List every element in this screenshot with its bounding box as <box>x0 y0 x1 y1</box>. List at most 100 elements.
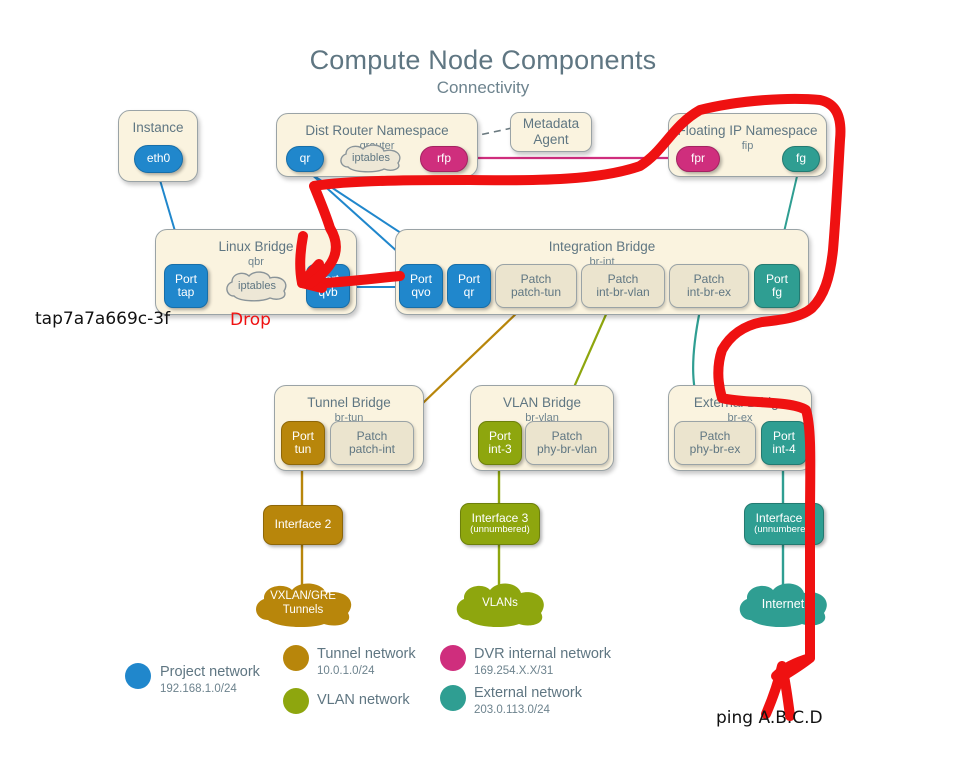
legend-label-external: External network <box>474 685 582 701</box>
port-tap-label1: Port <box>174 271 197 286</box>
patch-phy-br-vlan-label1: Patch <box>551 428 583 443</box>
iptables-qbr-label: iptables <box>238 280 276 292</box>
port-tap-label2: tap <box>177 285 195 299</box>
red-path-main <box>305 93 846 663</box>
port-tun-label2: tun <box>294 442 312 456</box>
external-bridge-title: External Bridge <box>693 395 787 410</box>
patch-int-br-ex[interactable]: Patch int-br-ex <box>669 264 749 308</box>
port-fg-brint[interactable]: Port fg <box>754 264 800 308</box>
port-rfp[interactable]: rfp <box>420 146 468 172</box>
port-eth0[interactable]: eth0 <box>134 145 183 173</box>
patch-int-br-vlan[interactable]: Patch int-br-vlan <box>581 264 665 308</box>
port-qvb[interactable]: Port qvb <box>306 264 350 308</box>
legend-label-vlan: VLAN network <box>317 692 410 708</box>
annotation-drop: Drop <box>230 310 271 330</box>
port-tun-label1: Port <box>291 428 314 443</box>
patch-patch-int[interactable]: Patch patch-int <box>330 421 414 465</box>
patch-phy-br-ex-label1: Patch <box>699 428 731 443</box>
port-qvb-label2: qvb <box>318 285 338 299</box>
port-int-4-label1: Port <box>772 428 795 443</box>
patch-int-br-vlan-label1: Patch <box>607 271 639 286</box>
port-qr-namespace-label: qr <box>299 151 311 166</box>
patch-phy-br-ex-label2: phy-br-ex <box>689 442 741 456</box>
vlan-bridge-title: VLAN Bridge <box>502 395 582 410</box>
interface-4-label2: (unnumbered) <box>754 524 814 536</box>
port-qvo-label2: qvo <box>411 285 431 299</box>
legend-swatch-dvr <box>440 645 466 671</box>
legend-sub-tunnel: 10.0.1.0/24 <box>317 665 375 677</box>
patch-patch-tun-label2: patch-tun <box>510 285 562 299</box>
tunnel-bridge-title: Tunnel Bridge <box>307 395 391 410</box>
patch-patch-tun-label1: Patch <box>520 271 552 286</box>
page-title: Compute Node Components <box>309 45 657 75</box>
port-qvo[interactable]: Port qvo <box>399 264 443 308</box>
interface-3[interactable]: Interface 3 (unnumbered) <box>460 503 540 545</box>
port-fpr[interactable]: fpr <box>676 146 720 172</box>
metadata-agent-box: Metadata Agent <box>510 112 592 152</box>
annotation-ping: ping A.B.C.D <box>716 708 823 728</box>
port-eth0-label: eth0 <box>146 151 171 166</box>
port-fpr-label: fpr <box>690 151 705 166</box>
patch-int-br-ex-label1: Patch <box>693 271 725 286</box>
patch-patch-int-label2: patch-int <box>348 442 396 456</box>
interface-2[interactable]: Interface 2 <box>263 505 343 545</box>
patch-int-br-vlan-label2: int-br-vlan <box>596 285 650 299</box>
port-tap[interactable]: Port tap <box>164 264 208 308</box>
legend-sub-project: 192.168.1.0/24 <box>160 683 237 695</box>
port-int-3-label1: Port <box>488 428 511 443</box>
interface-4[interactable]: Interface 4 (unnumbered) <box>744 503 824 545</box>
patch-phy-br-vlan[interactable]: Patch phy-br-vlan <box>525 421 609 465</box>
linux-bridge-title: Linux Bridge <box>218 239 294 254</box>
vxlan-label2: Tunnels <box>282 604 324 616</box>
interface-3-label1: Interface 3 <box>471 510 529 525</box>
patch-phy-br-vlan-label2: phy-br-vlan <box>536 442 598 456</box>
iptables-qrouter-label: iptables <box>352 152 390 164</box>
port-int-3-label2: int-3 <box>488 442 512 456</box>
vlans-label1: VLANs <box>482 597 518 610</box>
vxlan-label1: VXLAN/GRE <box>270 590 336 603</box>
port-qr-brint[interactable]: Port qr <box>447 264 491 308</box>
patch-patch-tun[interactable]: Patch patch-tun <box>495 264 577 308</box>
internet-label1: Internet <box>761 596 805 611</box>
port-fg-namespace[interactable]: fg <box>782 146 820 172</box>
vlans-cloud: VLANs <box>450 580 550 628</box>
port-qvo-label1: Port <box>409 271 432 286</box>
vlans-label: VLANs <box>450 580 550 628</box>
vxlan-gre-tunnels-label: VXLAN/GRE Tunnels <box>248 580 358 628</box>
qrouter-title: Dist Router Namespace <box>305 123 449 138</box>
interface-2-label1: Interface 2 <box>274 517 332 532</box>
port-int-4[interactable]: Port int-4 <box>761 421 807 465</box>
legend-swatch-external <box>440 685 466 711</box>
iptables-qbr-cloud: iptables <box>222 270 292 302</box>
port-qvb-label1: Port <box>316 271 339 286</box>
legend-swatch-project <box>125 663 151 689</box>
port-int-3[interactable]: Port int-3 <box>478 421 522 465</box>
internet-label: Internet <box>733 580 833 628</box>
legend-label-tunnel: Tunnel network <box>317 646 416 662</box>
patch-int-br-ex-label2: int-br-ex <box>686 285 731 299</box>
port-rfp-label: rfp <box>436 151 451 166</box>
metadata-agent-title2: Agent <box>533 132 569 147</box>
legend-label-dvr: DVR internal network <box>474 646 611 662</box>
iptables-qrouter-cloud: iptables <box>336 143 406 173</box>
instance-title: Instance <box>132 120 184 135</box>
port-fg-brint-label1: Port <box>765 271 788 286</box>
port-qr-namespace[interactable]: qr <box>286 146 324 172</box>
vxlan-gre-tunnels-cloud: VXLAN/GRE Tunnels <box>248 580 358 628</box>
patch-patch-int-label1: Patch <box>356 428 388 443</box>
legend-label-project: Project network <box>160 664 260 680</box>
patch-phy-br-ex[interactable]: Patch phy-br-ex <box>674 421 756 465</box>
port-tun[interactable]: Port tun <box>281 421 325 465</box>
metadata-agent-title: Metadata <box>522 116 580 131</box>
port-fg-brint-label2: fg <box>771 285 782 299</box>
interface-3-label2: (unnumbered) <box>470 524 530 536</box>
interface-4-label1: Interface 4 <box>755 510 813 525</box>
page-subtitle: Connectivity <box>436 78 530 97</box>
legend-swatch-vlan <box>283 688 309 714</box>
port-qr-brint-label2: qr <box>463 285 475 299</box>
integration-bridge-title: Integration Bridge <box>548 239 656 254</box>
internet-cloud: Internet <box>733 580 833 628</box>
port-int-4-label2: int-4 <box>772 442 796 456</box>
legend-swatch-tunnel <box>283 645 309 671</box>
port-qr-brint-label1: Port <box>457 271 480 286</box>
